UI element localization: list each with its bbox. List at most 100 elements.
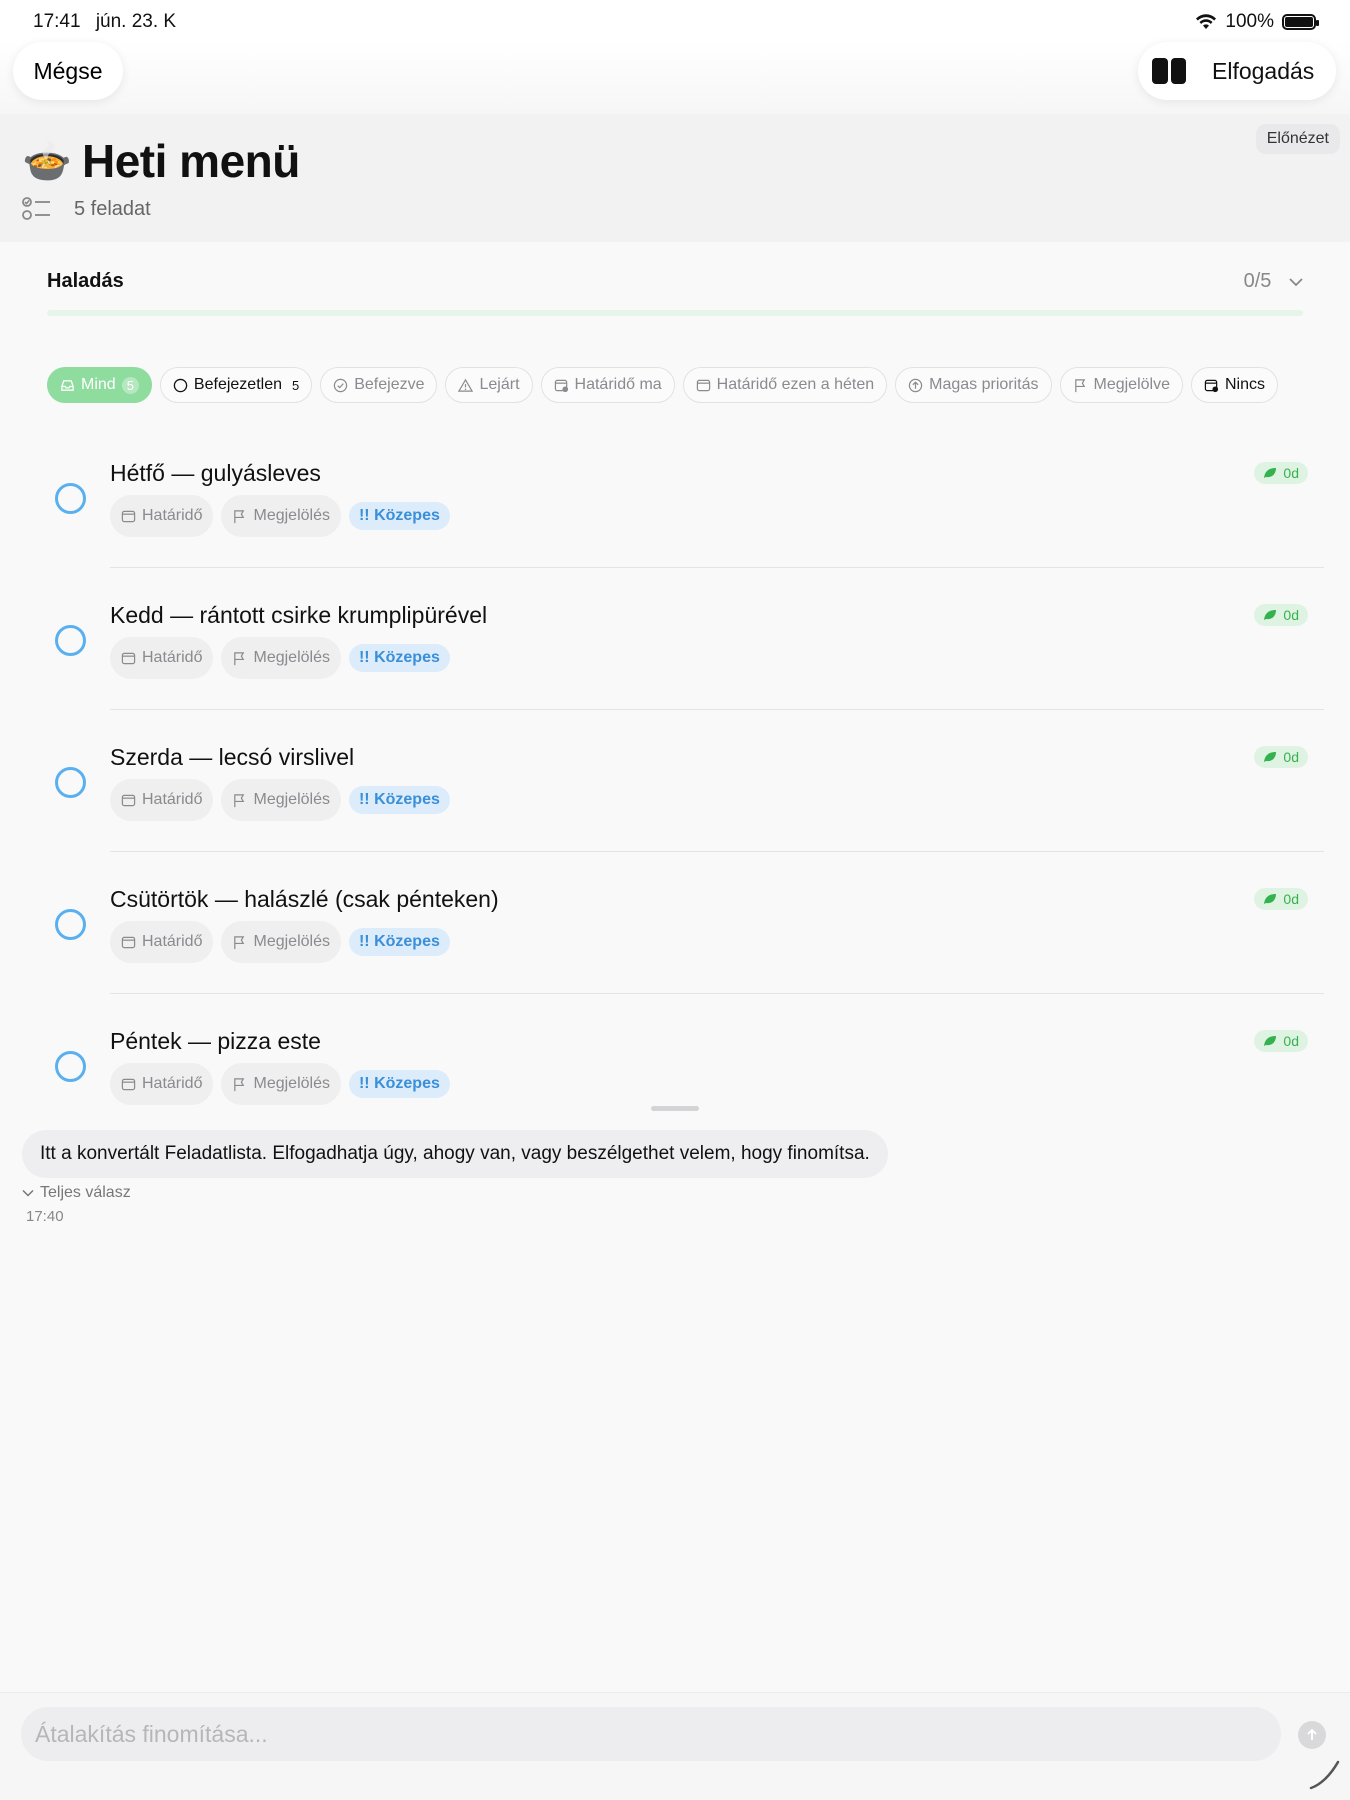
due-date-button[interactable]: Határidő — [110, 921, 214, 963]
task-tags: Határidő Megjelölés !! Közepes — [110, 921, 450, 963]
calendar-x-icon — [1204, 379, 1219, 392]
filter-chip-overdue[interactable]: Lejárt — [445, 367, 533, 403]
flag-label: Megjelölés — [253, 649, 330, 666]
status-bar: 17:41 jún. 23. K 100% — [0, 0, 1350, 42]
flag-icon — [234, 509, 245, 523]
refine-input[interactable] — [21, 1707, 1281, 1761]
full-answer-label: Teljes válasz — [40, 1184, 131, 1201]
filter-chip-flagged[interactable]: Megjelölve — [1059, 367, 1183, 403]
filter-label: Mind — [81, 376, 116, 393]
flag-button[interactable]: Megjelölés — [221, 495, 341, 537]
progress-count-text: 0/5 — [1243, 270, 1272, 292]
filter-label: Befejezve — [354, 376, 425, 393]
task-row[interactable]: Szerda — lecsó virslivel Határidő Megjel… — [0, 710, 1350, 852]
task-checkbox[interactable] — [55, 483, 86, 514]
circle-icon — [173, 378, 188, 392]
progress-count[interactable]: 0/5 — [1244, 270, 1303, 293]
filter-chip-high-priority[interactable]: Magas prioritás — [895, 367, 1052, 403]
filter-chip-incomplete[interactable]: Befejezetlen 5 — [159, 367, 313, 403]
priority-badge[interactable]: !! Közepes — [348, 1070, 450, 1098]
cancel-button[interactable]: Mégse — [13, 42, 123, 100]
calendar-icon — [121, 652, 136, 664]
sheet-grabber[interactable] — [651, 1106, 699, 1111]
filter-chip-completed[interactable]: Befejezve — [320, 367, 438, 403]
filter-chip-none[interactable]: Nincs — [1190, 367, 1278, 403]
age-badge: 0d — [1254, 462, 1308, 484]
flag-button[interactable]: Megjelölés — [221, 1063, 341, 1105]
flag-icon — [234, 793, 245, 807]
checklist-icon — [22, 197, 50, 220]
task-row[interactable]: Kedd — rántott csirke krumplipürével Hat… — [0, 568, 1350, 710]
task-tags: Határidő Megjelölés !! Közepes — [110, 495, 450, 537]
filter-chip-due-today[interactable]: Határidő ma — [540, 367, 675, 403]
due-date-button[interactable]: Határidő — [110, 1063, 214, 1105]
priority-badge[interactable]: !! Közepes — [348, 502, 450, 530]
assistant-message: Itt a konvertált Feladatlista. Elfogadha… — [22, 1130, 888, 1178]
task-title[interactable]: Hétfő — gulyásleves — [110, 460, 321, 487]
accept-button[interactable]: Elfogadás — [1212, 58, 1314, 85]
task-title[interactable]: Csütörtök — halászlé (csak pénteken) — [110, 886, 499, 913]
flag-label: Megjelölés — [253, 791, 330, 808]
age-badge: 0d — [1254, 888, 1308, 910]
task-checkbox[interactable] — [55, 909, 86, 940]
filter-chip-due-this-week[interactable]: Határidő ezen a héten — [682, 367, 888, 403]
split-view-icon[interactable] — [1152, 58, 1186, 84]
due-date-label: Határidő — [142, 649, 203, 666]
full-answer-toggle[interactable]: Teljes válasz — [22, 1184, 131, 1202]
warning-triangle-icon — [458, 378, 474, 392]
task-title[interactable]: Kedd — rántott csirke krumplipürével — [110, 602, 487, 629]
priority-badge[interactable]: !! Közepes — [348, 644, 450, 672]
page-title: Heti menü — [82, 135, 300, 187]
task-tags: Határidő Megjelölés !! Közepes — [110, 779, 450, 821]
composer-bar — [0, 1692, 1350, 1800]
flag-icon — [1074, 378, 1085, 392]
task-tags: Határidő Megjelölés !! Közepes — [110, 1063, 450, 1105]
flag-icon — [234, 651, 245, 665]
task-checkbox[interactable] — [55, 767, 86, 798]
age-badge: 0d — [1254, 604, 1308, 626]
filter-chip-all[interactable]: Mind 5 — [47, 367, 152, 403]
preview-badge[interactable]: Előnézet — [1255, 124, 1340, 154]
age-label: 0d — [1283, 1033, 1299, 1049]
status-indicators: 100% — [1195, 11, 1319, 33]
flag-label: Megjelölés — [253, 507, 330, 524]
leaf-icon — [1264, 1036, 1277, 1046]
filter-count: 5 — [121, 376, 139, 394]
flag-button[interactable]: Megjelölés — [221, 637, 341, 679]
task-row[interactable]: Hétfő — gulyásleves Határidő Megjelölés … — [0, 426, 1350, 568]
filter-label: Határidő ezen a héten — [716, 376, 875, 393]
leaf-icon — [1264, 610, 1277, 620]
calendar-icon — [121, 510, 136, 522]
pencil-stroke-icon — [1309, 1760, 1340, 1790]
flag-button[interactable]: Megjelölés — [221, 779, 341, 821]
due-date-button[interactable]: Határidő — [110, 495, 214, 537]
task-count-row: 5 feladat — [22, 196, 151, 222]
filter-label: Megjelölve — [1093, 376, 1170, 393]
flag-button[interactable]: Megjelölés — [221, 921, 341, 963]
arrow-up-circle-icon — [908, 378, 923, 392]
task-tags: Határidő Megjelölés !! Közepes — [110, 637, 450, 679]
filter-label: Befejezetlen — [193, 376, 282, 393]
task-checkbox[interactable] — [55, 1051, 86, 1082]
send-button[interactable] — [1298, 1721, 1326, 1749]
task-row[interactable]: Csütörtök — halászlé (csak pénteken) Hat… — [0, 852, 1350, 994]
wifi-icon — [1196, 14, 1217, 29]
task-title[interactable]: Péntek — pizza este — [110, 1028, 321, 1055]
priority-badge[interactable]: !! Közepes — [348, 786, 450, 814]
leaf-icon — [1264, 894, 1277, 904]
age-badge: 0d — [1254, 746, 1308, 768]
age-label: 0d — [1283, 891, 1299, 907]
due-date-label: Határidő — [142, 507, 203, 524]
battery-percent: 100% — [1225, 11, 1274, 32]
due-date-label: Határidő — [142, 933, 203, 950]
flag-label: Megjelölés — [253, 1075, 330, 1092]
flag-icon — [234, 935, 245, 949]
task-checkbox[interactable] — [55, 625, 86, 656]
task-title[interactable]: Szerda — lecsó virslivel — [110, 744, 354, 771]
task-row[interactable]: Péntek — pizza este Határidő Megjelölés … — [0, 994, 1350, 1136]
due-date-button[interactable]: Határidő — [110, 779, 214, 821]
list-header: Előnézet 🍲 Heti menü 5 feladat — [0, 114, 1350, 242]
progress-section[interactable]: Haladás 0/5 — [47, 270, 1303, 316]
due-date-button[interactable]: Határidő — [110, 637, 214, 679]
priority-badge[interactable]: !! Közepes — [348, 928, 450, 956]
